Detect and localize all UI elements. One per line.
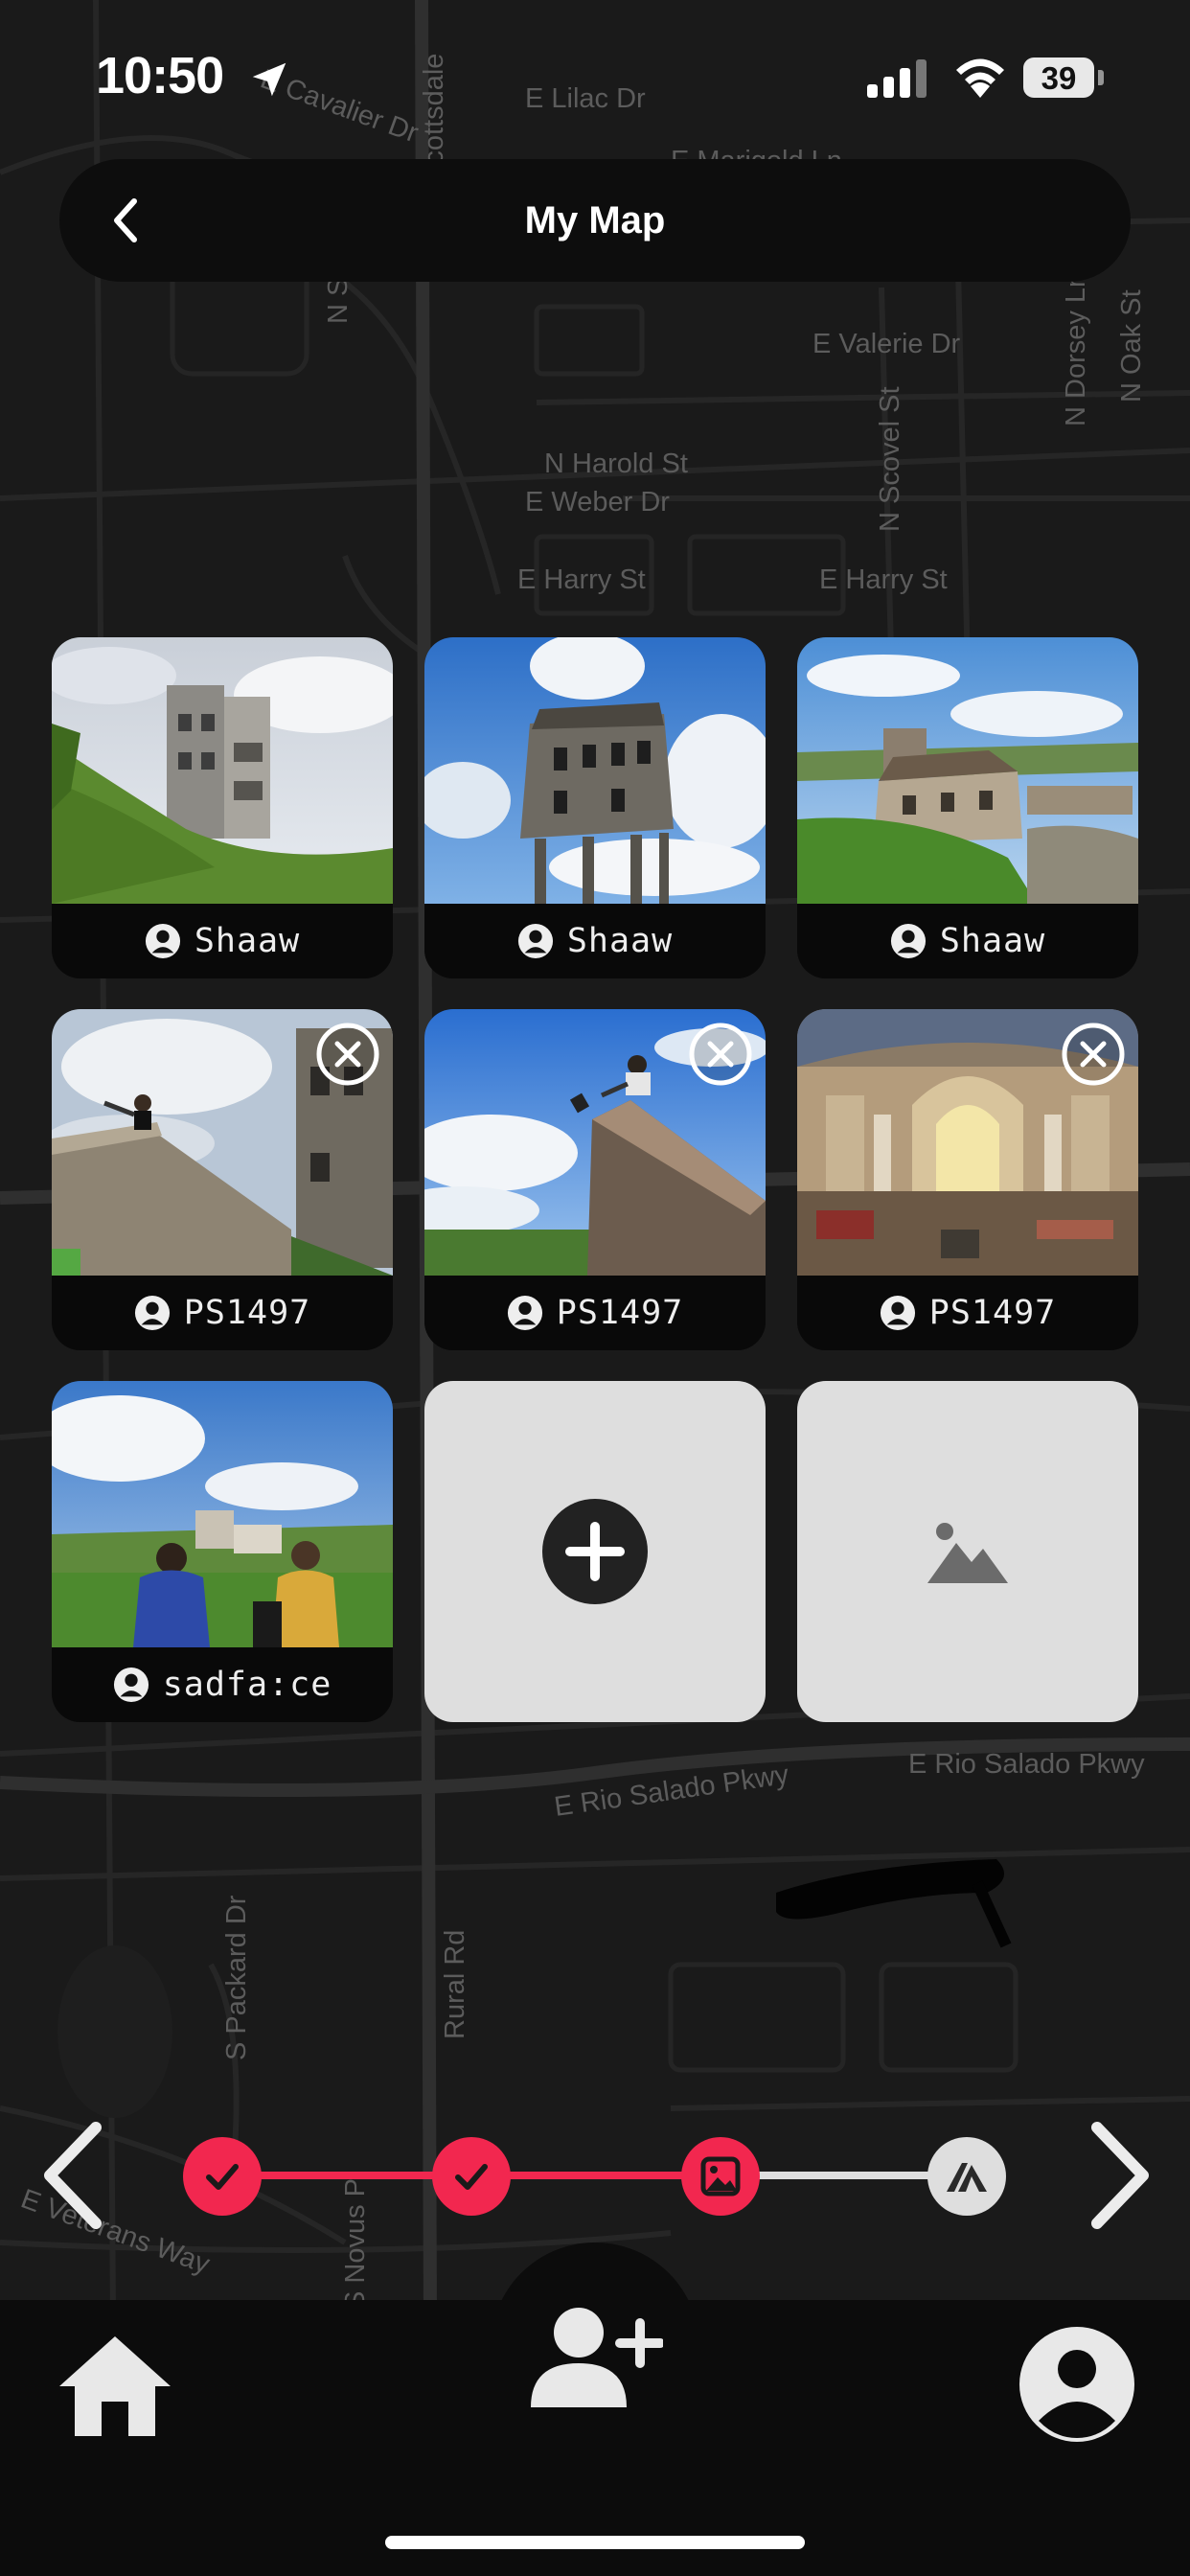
user-icon (880, 1295, 915, 1331)
photo-caption: sadfa:ce (52, 1647, 393, 1722)
home-indicator[interactable] (385, 2536, 805, 2549)
previous-step-arrow-icon[interactable] (29, 2118, 115, 2233)
map-street-label: N Scovel St (875, 387, 905, 533)
photo-username: PS1497 (556, 1294, 684, 1332)
photo-icon (700, 2156, 741, 2196)
map-street-label: E Harry St (819, 564, 948, 595)
logo-icon (947, 2163, 987, 2192)
add-friend-icon[interactable] (529, 2304, 663, 2409)
map-street-label: E Weber Dr (525, 487, 670, 518)
photo-thumbnail (424, 637, 766, 904)
photo-username: Shaaw (939, 922, 1046, 960)
photo-caption: Shaaw (424, 904, 766, 978)
map-street-label: E Rio Salado Pkwy (908, 1749, 1145, 1780)
map-street-label: S Packard Dr (221, 1895, 252, 2060)
step-completed[interactable] (432, 2137, 511, 2216)
cellular-signal-icon (867, 59, 927, 98)
plus-circle-icon (542, 1499, 648, 1604)
next-step-arrow-icon[interactable] (1078, 2118, 1164, 2233)
photo-tile[interactable]: Shaaw (424, 637, 766, 978)
battery-indicator: 39 (1023, 58, 1104, 98)
photo-username: sadfa:ce (162, 1666, 332, 1704)
clock: 10:50 (96, 47, 224, 104)
home-icon[interactable] (56, 2333, 174, 2438)
check-icon (206, 2164, 239, 2190)
page-title: My Map (524, 199, 666, 242)
photo-username: PS1497 (183, 1294, 311, 1332)
photo-thumbnail (52, 637, 393, 904)
remove-photo-icon[interactable] (314, 1021, 381, 1088)
user-icon (517, 923, 553, 959)
user-icon (507, 1295, 542, 1331)
photo-caption: Shaaw (52, 904, 393, 978)
photo-thumbnail (797, 637, 1138, 904)
user-icon (113, 1667, 149, 1703)
photo-caption: PS1497 (52, 1276, 393, 1350)
remove-photo-icon[interactable] (1060, 1021, 1127, 1088)
header-bar: My Map (59, 159, 1131, 282)
status-bar: 10:50 39 (0, 0, 1190, 153)
photo-thumbnail (52, 1381, 393, 1647)
step-completed[interactable] (183, 2137, 262, 2216)
step-pending[interactable] (927, 2137, 1006, 2216)
user-icon (134, 1295, 170, 1331)
photo-tile[interactable]: PS1497 (797, 1009, 1138, 1350)
photo-caption: PS1497 (797, 1276, 1138, 1350)
photo-tile[interactable]: Shaaw (797, 637, 1138, 978)
map-street-label: N Harold St (544, 448, 688, 479)
map-street-label: Rural Rd (440, 1930, 470, 2039)
photo-username: PS1497 (928, 1294, 1057, 1332)
profile-icon[interactable] (1018, 2325, 1136, 2444)
map-street-label: N Dorsey Ln (1061, 272, 1091, 426)
map-street-label: N Oak St (1116, 289, 1147, 402)
photo-tile[interactable]: PS1497 (424, 1009, 766, 1350)
photo-tile[interactable]: Shaaw (52, 637, 393, 978)
user-icon (890, 923, 926, 959)
image-placeholder[interactable] (797, 1381, 1138, 1722)
photo-caption: PS1497 (424, 1276, 766, 1350)
map-street-label: E Valerie Dr (812, 329, 961, 359)
wifi-icon (956, 58, 1004, 98)
progress-stepper (0, 2089, 1190, 2262)
step-current[interactable] (681, 2137, 760, 2216)
photo-caption: Shaaw (797, 904, 1138, 978)
location-arrow-icon (252, 62, 286, 97)
photo-tile[interactable]: sadfa:ce (52, 1381, 393, 1722)
photo-username: Shaaw (566, 922, 674, 960)
check-icon (455, 2164, 488, 2190)
remove-photo-icon[interactable] (687, 1021, 754, 1088)
photo-tile[interactable]: PS1497 (52, 1009, 393, 1350)
map-street-label: E Harry St (517, 564, 646, 595)
battery-percentage: 39 (1041, 60, 1077, 96)
user-icon (145, 923, 180, 959)
add-photo-button[interactable] (424, 1381, 766, 1722)
photo-username: Shaaw (194, 922, 301, 960)
image-icon (927, 1523, 1008, 1583)
